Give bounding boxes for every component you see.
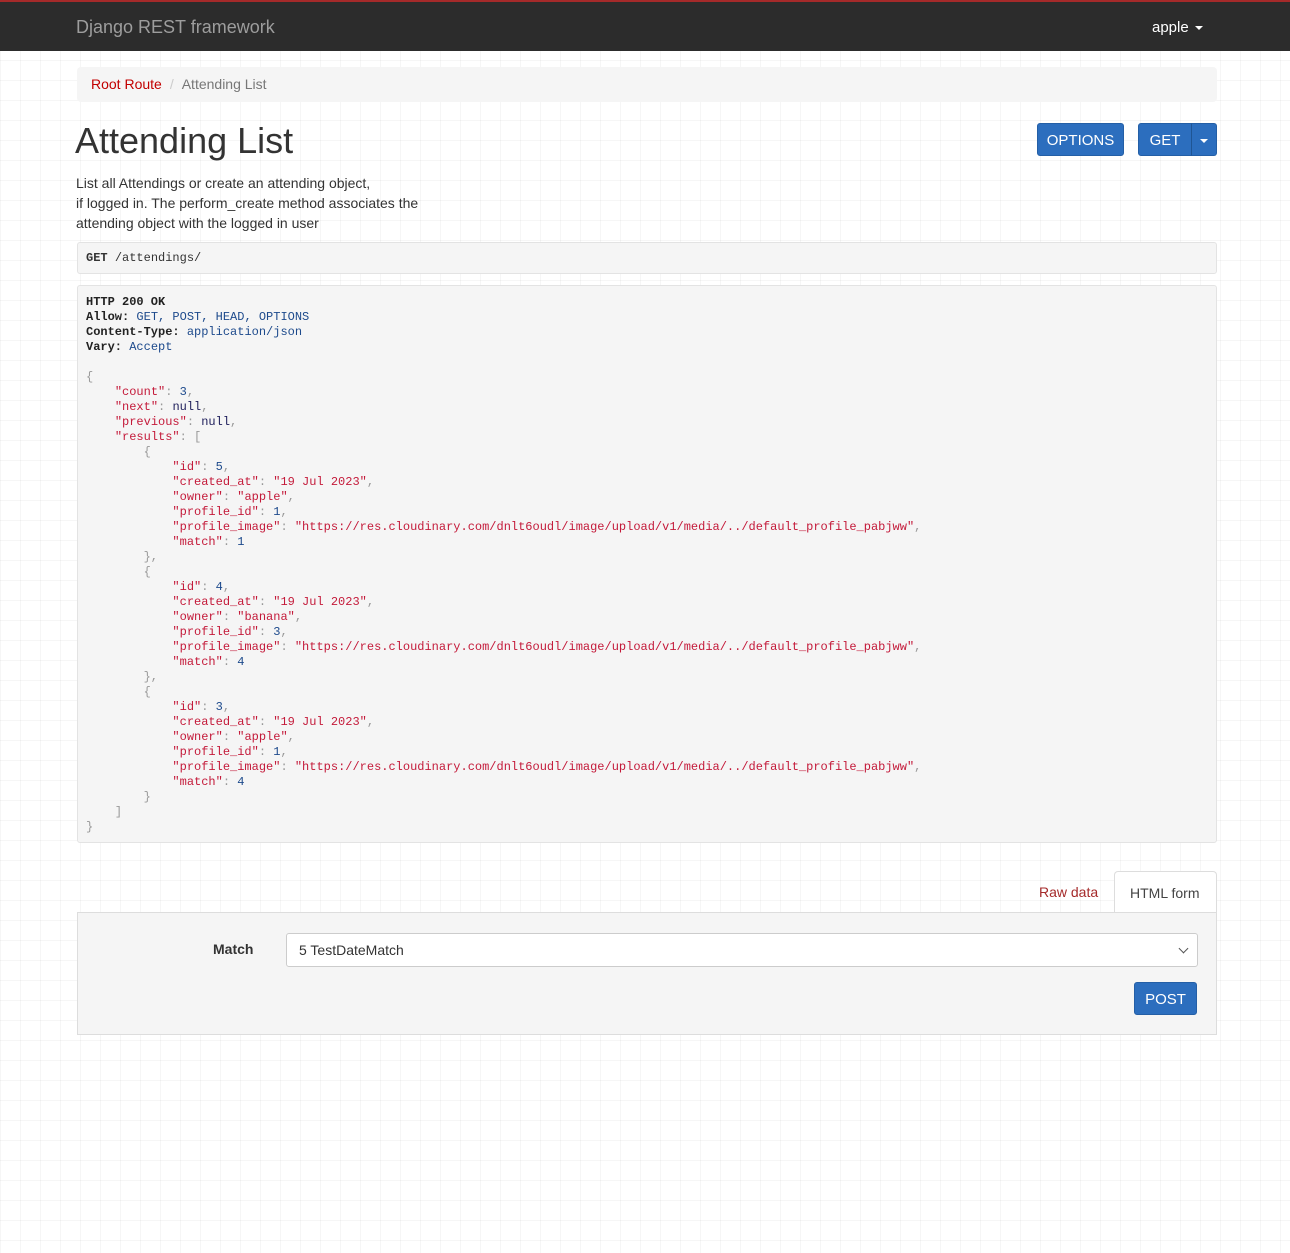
result-created-at: "19 Jul 2023" xyxy=(273,475,367,489)
caret-down-icon xyxy=(1200,139,1208,144)
breadcrumb-root-link[interactable]: Root Route xyxy=(91,76,162,92)
result-owner: "apple" xyxy=(237,490,288,504)
tab-html-form[interactable]: HTML form xyxy=(1114,871,1217,913)
chevron-down-icon xyxy=(1178,943,1189,954)
breadcrumb-current: Attending List xyxy=(181,76,267,92)
result-owner: "apple" xyxy=(237,730,288,744)
form-tabs: Raw data HTML form xyxy=(77,871,1217,913)
description-line: if logged in. The perform_create method … xyxy=(76,195,419,211)
result-match: 4 xyxy=(237,655,245,669)
view-description: List all Attendings or create an attendi… xyxy=(76,173,436,233)
page-title: Attending List xyxy=(75,120,294,161)
header-value: application/json xyxy=(186,325,303,339)
description-line: List all Attendings or create an attendi… xyxy=(76,175,371,191)
options-button[interactable]: OPTIONS xyxy=(1037,123,1124,156)
result-profile-image: "https://res.cloudinary.com/dnlt6oudl/im… xyxy=(294,760,915,774)
request-method: GET xyxy=(86,251,108,265)
result-owner: "banana" xyxy=(237,610,295,624)
result-created-at: "19 Jul 2023" xyxy=(273,595,367,609)
html-form-panel: Match 5 TestDateMatch POST xyxy=(77,912,1217,1035)
response-header: Content-Type: application/json xyxy=(86,325,1208,340)
navbar: Django REST framework apple xyxy=(0,0,1290,51)
match-label: Match xyxy=(213,941,254,957)
result-id: 5 xyxy=(215,460,223,474)
next-value: null xyxy=(172,400,202,414)
get-format-dropdown-button[interactable] xyxy=(1191,123,1217,156)
header-key: Content-Type: xyxy=(86,325,180,339)
request-info: GET /attendings/ xyxy=(77,242,1217,274)
result-match: 1 xyxy=(237,535,245,549)
breadcrumb-separator: / xyxy=(169,76,174,92)
response-info: HTTP 200 OK Allow: GET, POST, HEAD, OPTI… xyxy=(77,285,1217,843)
response-body: { "count": 3, "next": null, "previous": … xyxy=(86,370,922,834)
tab-raw-data[interactable]: Raw data xyxy=(1024,871,1113,913)
header-value: Accept xyxy=(129,340,173,354)
result-created-at: "19 Jul 2023" xyxy=(273,715,367,729)
response-header: Vary: Accept xyxy=(86,340,1208,355)
breadcrumb: Root Route / Attending List xyxy=(77,67,1217,102)
user-name: apple xyxy=(1152,19,1189,36)
response-header: Allow: GET, POST, HEAD, OPTIONS xyxy=(86,310,1208,325)
user-menu[interactable]: apple xyxy=(1152,19,1203,36)
brand-link[interactable]: Django REST framework xyxy=(76,17,275,38)
count-value: 3 xyxy=(179,385,187,399)
match-select-value: 5 TestDateMatch xyxy=(299,942,404,958)
header-key: Allow: xyxy=(86,310,130,324)
description-line: attending object with the logged in user xyxy=(76,215,319,231)
result-id: 3 xyxy=(215,700,223,714)
result-match: 4 xyxy=(237,775,245,789)
caret-down-icon xyxy=(1194,26,1203,31)
result-id: 4 xyxy=(215,580,223,594)
match-select[interactable]: 5 TestDateMatch xyxy=(286,933,1198,967)
header-key: Vary: xyxy=(86,340,123,354)
request-path: /attendings/ xyxy=(114,251,202,265)
result-profile-image: "https://res.cloudinary.com/dnlt6oudl/im… xyxy=(294,520,915,534)
post-button[interactable]: POST xyxy=(1134,982,1197,1015)
response-status: HTTP 200 OK xyxy=(86,295,166,309)
previous-value: null xyxy=(201,415,231,429)
result-profile-image: "https://res.cloudinary.com/dnlt6oudl/im… xyxy=(294,640,915,654)
header-value: GET, POST, HEAD, OPTIONS xyxy=(136,310,310,324)
get-button[interactable]: GET xyxy=(1138,123,1192,156)
